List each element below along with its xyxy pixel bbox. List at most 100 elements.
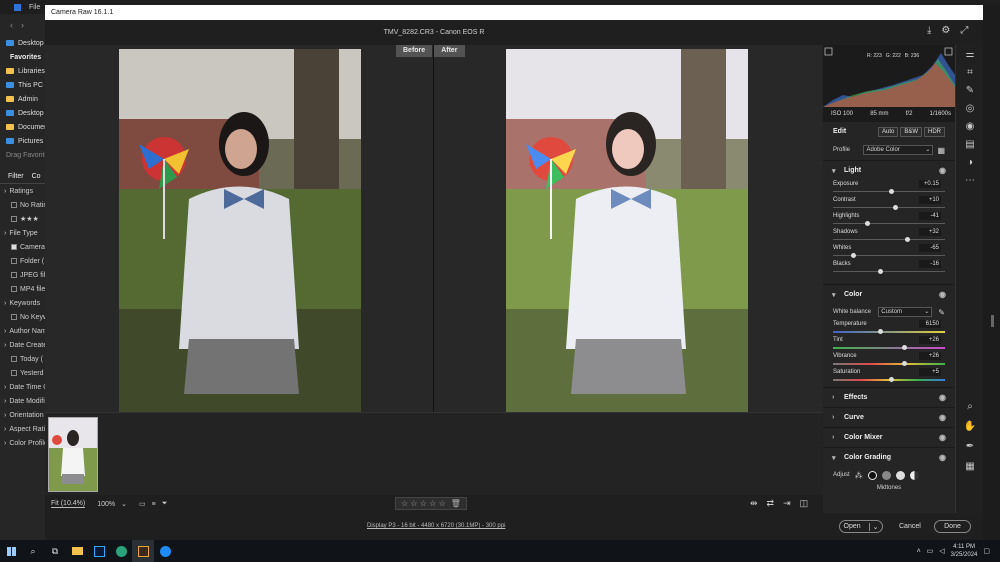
slider-temperature[interactable]: Temperature 6150 (823, 320, 955, 336)
checkbox[interactable] (11, 356, 17, 362)
slider-blacks[interactable]: Blacks -16 (823, 260, 955, 276)
slider-value[interactable]: +5 (919, 368, 941, 376)
forward-arrow-icon[interactable]: › (21, 20, 24, 30)
slider-exposure[interactable]: Exposure +0.15 (823, 180, 955, 196)
slider-knob[interactable] (889, 189, 895, 194)
bridge-icon[interactable] (132, 540, 154, 562)
hdr-button[interactable]: HDR (924, 126, 945, 137)
eye-icon[interactable]: ◉ (939, 393, 946, 402)
midtones-wheel-icon[interactable] (881, 470, 891, 480)
filter-option[interactable]: ★★★ (0, 212, 45, 226)
slider-value[interactable]: +32 (919, 228, 941, 236)
clock[interactable]: 4:11 PM 3/25/2024 (951, 543, 978, 559)
presets-icon[interactable]: ◑ (956, 153, 984, 171)
slider-shadows[interactable]: Shadows +32 (823, 228, 955, 244)
filter-option[interactable]: No Keyw (0, 310, 45, 324)
slider-knob[interactable] (889, 377, 895, 382)
filter-group[interactable]: › Ratings (0, 184, 45, 198)
filter-option[interactable]: No Rating (0, 198, 45, 212)
checkbox[interactable] (11, 370, 17, 376)
zoom-100[interactable]: 100% (97, 501, 115, 508)
filter-option[interactable]: MP4 file (0, 282, 45, 296)
windows-start-icon[interactable] (0, 540, 22, 562)
slider-track[interactable] (833, 363, 945, 365)
red-eye-icon[interactable]: ◉ (956, 117, 984, 135)
slider-whites[interactable]: Whites -65 (823, 244, 955, 260)
back-arrow-icon[interactable]: ‹ (10, 20, 13, 30)
eyedropper-icon[interactable]: ✎ (938, 308, 945, 317)
slider-highlights[interactable]: Highlights -41 (823, 212, 955, 228)
file-explorer-icon[interactable] (66, 540, 88, 562)
filter-group[interactable]: › File Type (0, 226, 45, 240)
slider-value[interactable]: -16 (919, 260, 941, 268)
filter-group[interactable]: › Author Nam (0, 324, 45, 338)
trash-icon[interactable]: 🗑 (451, 499, 461, 508)
checkbox[interactable] (11, 286, 17, 292)
eye-icon[interactable]: ◉ (939, 290, 946, 299)
explorer-item[interactable]: Admin (0, 92, 45, 106)
white-balance-select[interactable]: Custom ⌄ (878, 307, 933, 317)
filter-group[interactable]: › Date Time O (0, 380, 45, 394)
explorer-scrollbar[interactable] (983, 5, 1000, 540)
gear-icon[interactable]: ⚙ (941, 25, 950, 36)
slider-value[interactable]: -41 (919, 212, 941, 220)
edge-icon[interactable] (110, 540, 132, 562)
filter-option[interactable]: Yesterd (0, 366, 45, 380)
more-options-icon[interactable]: ⋯ (956, 171, 984, 189)
slider-value[interactable]: 6150 (919, 320, 941, 328)
open-chevron-icon[interactable]: ⌄ (868, 522, 879, 531)
filter-group[interactable]: ›Aspect Ratio (0, 422, 45, 436)
profile-browser-icon[interactable]: ▦ (937, 146, 945, 155)
slider-track[interactable] (833, 271, 945, 272)
eye-icon[interactable]: ◉ (939, 413, 946, 422)
slider-saturation[interactable]: Saturation +5 (823, 368, 955, 384)
slider-track[interactable] (833, 331, 945, 333)
checkbox[interactable] (11, 272, 17, 278)
slider-value[interactable]: +0.15 (919, 180, 941, 188)
slider-value[interactable]: +26 (919, 352, 941, 360)
slider-knob[interactable] (878, 269, 884, 274)
section-color-grading[interactable]: ▾ Color Grading ◉ (823, 447, 955, 467)
checkbox[interactable] (11, 202, 17, 208)
healing-icon[interactable]: ✎ (956, 81, 984, 99)
zoom-icon[interactable]: ⌕ (956, 397, 984, 415)
menu-file[interactable]: File (29, 4, 40, 11)
before-after-toggle-icon[interactable]: ⇹ (750, 498, 758, 509)
network-icon[interactable]: ▭ (927, 547, 934, 555)
section-effects[interactable]: › Effects ◉ (823, 387, 955, 407)
slider-knob[interactable] (892, 205, 898, 210)
snapshots-icon[interactable]: ▤ (956, 135, 984, 153)
tab-collections[interactable]: Co (32, 173, 41, 180)
tray-chevron-icon[interactable]: ˄ (917, 548, 921, 555)
copy-settings-icon[interactable]: ⇥ (783, 498, 791, 509)
image-info-link[interactable]: Display P3 - 16 bit - 4480 x 6720 (30.1M… (367, 523, 505, 529)
section-light[interactable]: ▾ Light ◉ (823, 160, 955, 180)
slider-knob[interactable] (851, 253, 857, 258)
hand-icon[interactable]: ✋ (956, 417, 984, 435)
filter-funnel-icon[interactable]: ⏷ (162, 500, 168, 508)
star-rating[interactable]: ☆ ☆ ☆ ☆ ☆ (401, 499, 446, 508)
open-button[interactable]: Open ⌄ (839, 520, 883, 533)
save-icon[interactable]: ⤓ (927, 25, 931, 36)
explorer-item[interactable]: Desktop (0, 36, 45, 50)
section-color[interactable]: ▾ Color ◉ (823, 284, 955, 304)
chevron-down-icon[interactable]: ⌄ (121, 500, 127, 508)
filter-option[interactable]: Folder ( (0, 254, 45, 268)
color-sampler-icon[interactable]: ✒ (956, 437, 984, 455)
explorer-item[interactable]: This PC (0, 78, 45, 92)
notification-icon[interactable]: ▢ (983, 547, 990, 555)
checkbox[interactable] (11, 258, 17, 264)
explorer-item[interactable]: Pictures (0, 134, 45, 148)
filter-option[interactable]: Today ( (0, 352, 45, 366)
global-wheel-icon[interactable] (909, 470, 919, 480)
slider-value[interactable]: +26 (919, 336, 941, 344)
before-label[interactable]: Before (396, 45, 433, 57)
bw-button[interactable]: B&W (900, 126, 922, 137)
slider-value[interactable]: -65 (919, 244, 941, 252)
filmstrip-toggle-icon[interactable]: ▭ (139, 500, 146, 508)
three-way-icon[interactable]: ⁂ (855, 471, 863, 480)
slider-track[interactable] (833, 255, 945, 256)
rating-stars[interactable]: ☆ ☆ ☆ ☆ ☆ 🗑 (395, 497, 467, 510)
grid-icon[interactable]: ▦ (956, 457, 984, 475)
cancel-button[interactable]: Cancel (899, 523, 921, 530)
